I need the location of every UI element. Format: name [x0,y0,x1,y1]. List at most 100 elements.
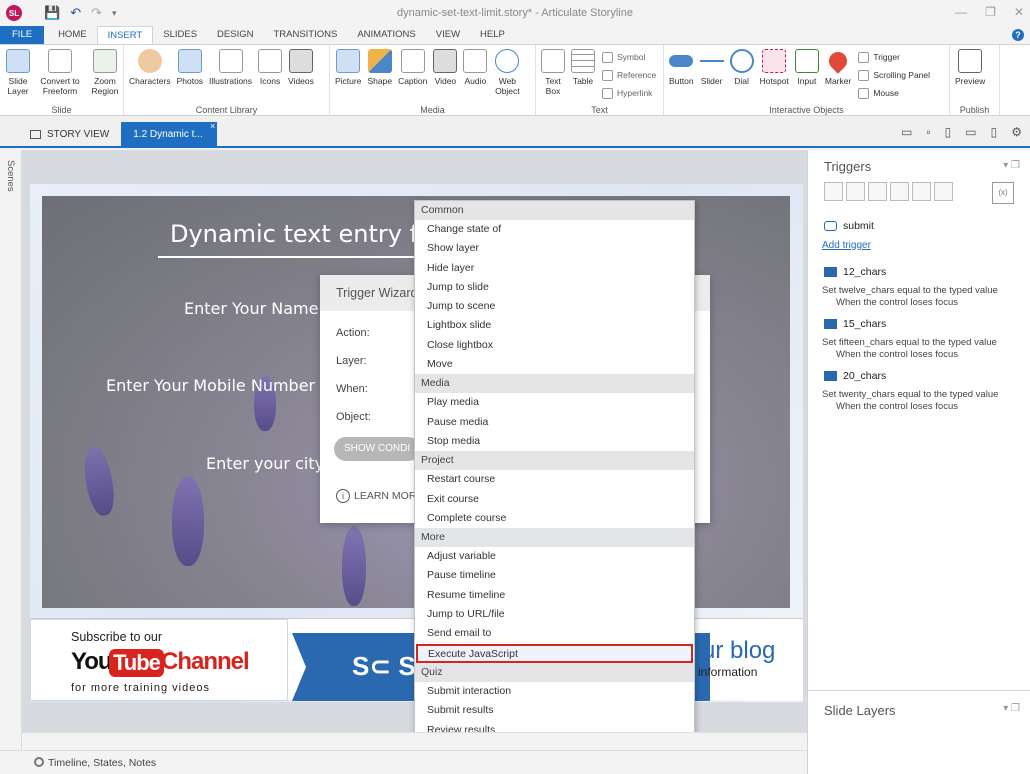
dropdown-item[interactable]: Pause media [415,413,694,432]
dropdown-item[interactable]: Adjust variable [415,547,694,566]
zoom-icon [93,49,117,73]
dropdown-item[interactable]: Jump to URL/file [415,605,694,624]
dropdown-item[interactable]: Play media [415,393,694,412]
undo-icon[interactable]: ↶ [70,5,81,21]
timeline-bar[interactable]: Timeline, States, Notes [0,750,807,774]
scrolling-panel-button[interactable]: Scrolling Panel [858,67,930,83]
tablet-landscape-icon[interactable]: ▫ [926,125,930,139]
trigger-object[interactable]: 12_chars [824,266,886,278]
trigger-button[interactable]: Trigger [858,49,930,65]
input-object-icon [824,319,837,329]
show-conditions-button[interactable]: SHOW CONDI [334,437,421,461]
dropdown-item[interactable]: Pause timeline [415,566,694,585]
button-label: Button [669,76,694,86]
tab-design[interactable]: DESIGN [207,26,263,44]
copy-trigger-icon[interactable] [868,182,887,201]
scenes-panel[interactable]: Scenes [0,150,22,750]
input-label: Input [797,76,817,86]
slide-layer-label: Slide Layer [7,76,29,96]
dropdown-item[interactable]: Exit course [415,490,694,509]
reference-label: Reference [617,70,657,80]
dropdown-item[interactable]: Lightbox slide [415,316,694,335]
tab-home[interactable]: HOME [48,26,97,44]
window-title: dynamic-set-text-limit.story* - Articula… [397,7,633,19]
photo-icon [177,49,202,73]
mouse-button[interactable]: Mouse [858,85,930,101]
hotspot-label: Hotspot [759,76,789,86]
trigger-description[interactable]: Set fifteen_chars equal to the typed val… [822,337,997,361]
dropdown-item[interactable]: Submit results [415,701,694,720]
trigger-action-text: Set fifteen_chars equal to the typed val… [822,337,997,348]
tab-animations[interactable]: ANIMATIONS [347,26,425,44]
mouse-label: Mouse [873,88,899,98]
dropdown-category: Common [415,201,694,220]
help-icon[interactable]: ? [1012,29,1024,41]
phone-landscape-icon[interactable]: ▭ [965,125,976,139]
tab-help[interactable]: HELP [470,26,515,44]
panel-menu-icon[interactable]: ▾ ❐ [1003,703,1020,714]
dropdown-item[interactable]: Jump to slide [415,278,694,297]
save-icon[interactable]: 💾 [44,5,60,21]
phone-portrait-icon[interactable]: ▯ [991,125,998,139]
dropdown-item[interactable]: Submit interaction [415,682,694,701]
move-up-icon[interactable] [934,182,953,201]
tab-slide-1-2[interactable]: 1.2 Dynamic t... × [121,121,218,146]
tab-transitions[interactable]: TRANSITIONS [263,26,347,44]
close-icon[interactable]: ✕ [1014,5,1024,19]
trigger-description[interactable]: Set twenty_chars equal to the typed valu… [822,389,998,413]
dropdown-item[interactable]: Hide layer [415,259,694,278]
dropdown-item[interactable]: Change state of [415,220,694,239]
shape-icon [367,49,392,73]
trigger-description[interactable]: Set twelve_chars equal to the typed valu… [822,285,998,309]
hyperlink-button[interactable]: Hyperlink [602,85,656,101]
add-trigger-link[interactable]: Add trigger [822,240,871,251]
tab-view[interactable]: VIEW [426,26,470,44]
paste-trigger-icon[interactable] [890,182,909,201]
symbol-button[interactable]: Symbol [602,49,656,65]
youtube-promo[interactable]: Subscribe to our You Tube Channel for mo… [30,619,288,701]
dropdown-item[interactable]: Stop media [415,432,694,451]
dropdown-item[interactable]: Resume timeline [415,586,694,605]
delete-trigger-icon[interactable] [912,182,931,201]
dropdown-item[interactable]: Complete course [415,509,694,528]
dropdown-item[interactable]: Close lightbox [415,336,694,355]
variables-icon[interactable]: (x) [992,182,1014,204]
reference-button[interactable]: Reference [602,67,656,83]
redo-icon[interactable]: ↷ [91,5,102,21]
tab-slides[interactable]: SLIDES [153,26,207,44]
dropdown-item[interactable]: Execute JavaScript [416,643,693,663]
ribbon-group-label: Media [420,105,445,115]
dropdown-item[interactable]: Show layer [415,239,694,258]
desktop-icon[interactable]: ▭ [901,125,912,139]
convert-freeform-label: Convert to Freeform [40,76,80,96]
tab-story-view[interactable]: STORY VIEW [18,122,121,146]
horizontal-scrollbar[interactable] [22,732,807,750]
tab-insert[interactable]: INSERT [96,26,154,44]
submit-object[interactable]: submit [824,220,874,232]
customize-icon[interactable]: ▾ [112,8,117,19]
hotspot-icon [762,49,787,73]
minimize-icon[interactable]: — [955,5,967,19]
action-dropdown-list[interactable]: Common Change state of Show layer Hide laye… [414,200,695,774]
dropdown-item[interactable]: Send email to [415,624,694,643]
scrolling-panel-label: Scrolling Panel [873,70,931,80]
youtube-logo-tube: Tube [109,649,164,677]
new-trigger-icon[interactable] [824,182,843,201]
dropdown-item[interactable]: Move [415,355,694,374]
restore-icon[interactable]: ❐ [985,5,996,19]
close-tab-icon[interactable]: × [210,121,215,131]
prompt-name: Enter Your Name [184,299,319,318]
learn-more-link[interactable]: i LEARN MOR [336,489,416,503]
tablet-portrait-icon[interactable]: ▯ [945,125,952,139]
trigger-object[interactable]: 15_chars [824,318,886,330]
panel-menu-icon[interactable]: ▾ ❐ [1003,160,1020,171]
dropdown-category: Quiz [415,662,694,682]
omega-icon [602,51,613,63]
trigger-object[interactable]: 20_chars [824,370,886,382]
training-videos-text: for more training videos [71,682,210,694]
tab-file[interactable]: FILE [0,26,45,44]
gear-icon[interactable]: ⚙ [1011,125,1022,139]
edit-trigger-icon[interactable] [846,182,865,201]
dropdown-item[interactable]: Restart course [415,470,694,489]
dropdown-item[interactable]: Jump to scene [415,297,694,316]
